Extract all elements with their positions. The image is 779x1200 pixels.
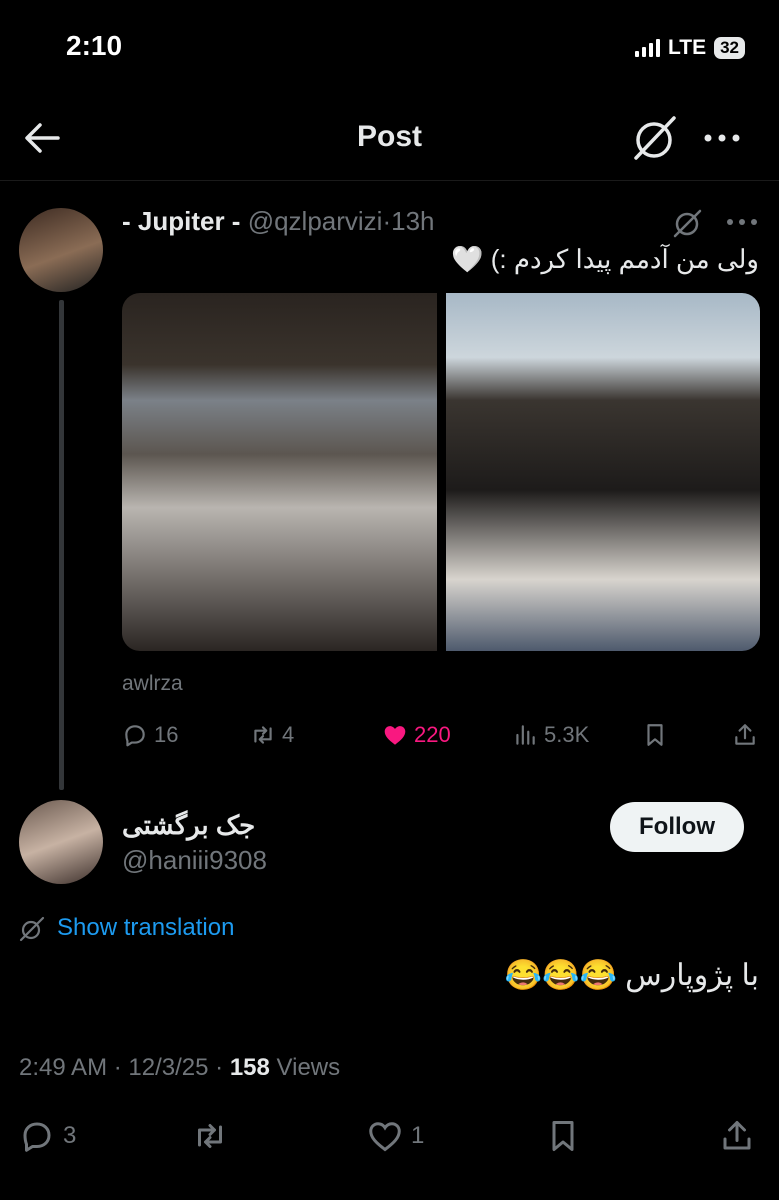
post-actions: 16 4 220 5.3K <box>122 722 762 756</box>
share-icon <box>723 1121 751 1150</box>
heart-icon <box>369 1122 401 1152</box>
post-text: ولی من آدمم پیدا کردم :) 🤍 <box>451 244 759 274</box>
battery-icon: 32 <box>714 37 745 59</box>
repost-button[interactable]: 4 <box>250 722 294 748</box>
thread-line <box>59 300 64 790</box>
more-icon <box>727 219 757 225</box>
bookmark-icon <box>647 724 663 746</box>
post-more-button[interactable] <box>724 212 760 237</box>
media-credit[interactable]: awlrza <box>122 672 183 696</box>
share-button[interactable] <box>732 722 758 748</box>
follow-button[interactable]: Follow <box>610 802 744 852</box>
like-button[interactable]: 1 <box>367 1118 424 1154</box>
author-handle[interactable]: @qzlparvizi <box>248 206 383 236</box>
like-count: 220 <box>414 722 451 747</box>
repost-button[interactable] <box>192 1118 228 1154</box>
grok-icon <box>634 116 676 160</box>
avatar[interactable] <box>19 800 103 884</box>
separator-dot: · <box>382 206 392 236</box>
translate-icon <box>19 916 45 942</box>
reply-button[interactable]: 3 <box>19 1118 76 1154</box>
reply-count: 16 <box>154 722 179 747</box>
post-time: 2:49 AM <box>19 1054 108 1081</box>
post-date: 12/3/25 <box>128 1054 209 1081</box>
reply-display-name[interactable]: جک برگشتی <box>122 810 255 841</box>
bookmark-button[interactable] <box>642 722 668 748</box>
post-metadata: 2:49 AM · 12/3/25 · 158 Views <box>19 1054 340 1082</box>
reply-author-handle[interactable]: @haniii9308 <box>122 845 267 876</box>
views-icon <box>516 725 535 745</box>
more-icon <box>704 134 740 142</box>
repost-count: 4 <box>282 722 295 747</box>
reply-icon <box>23 1122 51 1152</box>
display-name[interactable]: - Jupiter - <box>122 206 240 236</box>
bookmark-icon <box>552 1121 574 1151</box>
avatar[interactable] <box>19 208 103 292</box>
grok-button[interactable] <box>630 114 680 162</box>
more-button[interactable] <box>700 120 744 156</box>
repost-icon <box>254 726 272 744</box>
status-indicators: LTE 32 <box>634 36 745 60</box>
reply-count: 3 <box>63 1122 77 1149</box>
signal-icon <box>634 39 660 57</box>
network-label: LTE <box>667 36 707 59</box>
share-icon <box>735 724 755 745</box>
views-count: 5.3K <box>544 722 590 747</box>
separator-dot: · <box>215 1054 224 1081</box>
share-button[interactable] <box>719 1118 755 1154</box>
views-button[interactable]: 5.3K <box>512 722 589 748</box>
reply-actions: 3 1 <box>19 1118 759 1158</box>
post-author[interactable]: - Jupiter - @qzlparvizi·13h <box>122 206 435 237</box>
reply-button[interactable]: 16 <box>122 722 178 748</box>
post-image-1[interactable] <box>122 293 437 651</box>
reply-text: با پژوپارس 😂😂😂 <box>504 959 759 992</box>
views-count: 158 <box>229 1054 270 1081</box>
post-time: 13h <box>391 206 435 236</box>
show-translation-link[interactable]: Show translation <box>57 914 234 942</box>
repost-icon <box>198 1124 222 1148</box>
bookmark-button[interactable] <box>545 1118 581 1154</box>
like-button[interactable]: 220 <box>382 722 451 748</box>
separator-dot: · <box>113 1054 122 1081</box>
like-count: 1 <box>411 1122 425 1149</box>
status-time: 2:10 <box>66 30 123 61</box>
heart-icon <box>384 726 406 745</box>
post-image-2[interactable] <box>446 293 760 651</box>
reply-icon <box>125 725 145 747</box>
grok-post-button[interactable] <box>672 208 704 243</box>
views-label: Views <box>276 1054 341 1081</box>
grok-icon <box>673 209 702 238</box>
